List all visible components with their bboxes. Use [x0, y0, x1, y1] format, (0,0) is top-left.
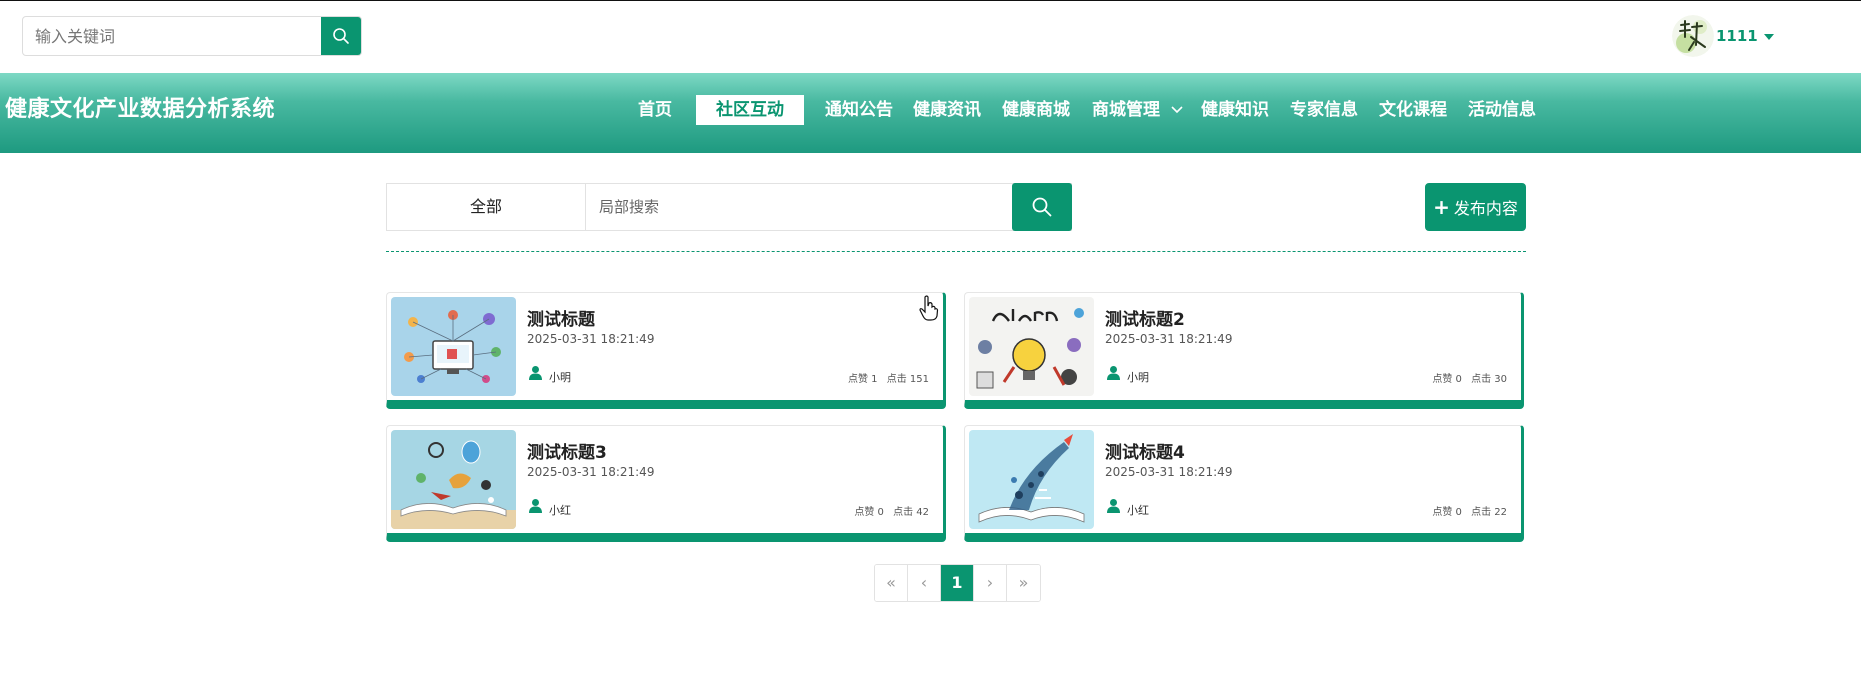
username[interactable]: 1111: [1716, 27, 1758, 45]
caret-down-icon[interactable]: [1764, 34, 1774, 40]
publish-button-label: 发布内容: [1453, 199, 1518, 218]
click-count: 点击 151: [886, 374, 929, 385]
chevron-down-icon: [1171, 106, 1183, 114]
post-stats: 点赞 0 点击 42: [848, 503, 929, 518]
nav-item-notices[interactable]: 通知公告: [825, 95, 893, 125]
next-page-button[interactable]: ›: [974, 565, 1007, 601]
search-icon: [333, 28, 349, 44]
like-count: 点赞 0: [854, 507, 884, 518]
post-title[interactable]: 测试标题2: [1105, 305, 1185, 330]
first-page-button[interactable]: «: [875, 565, 908, 601]
post-author: 小明: [549, 371, 571, 384]
page-number-current[interactable]: 1: [941, 565, 974, 601]
hand-cursor-icon: [919, 295, 939, 321]
click-count: 点击 22: [1471, 507, 1507, 518]
prev-page-button[interactable]: ‹: [908, 565, 941, 601]
nav-item-health-mall[interactable]: 健康商城: [1002, 95, 1070, 125]
user-icon: [1107, 366, 1120, 380]
post-card[interactable]: 测试标题4 2025-03-31 18:21:49 小红 点赞 0 点击 22: [964, 425, 1524, 542]
user-icon: [529, 366, 542, 380]
click-count: 点击 30: [1471, 374, 1507, 385]
post-date: 2025-03-31 18:21:49: [1105, 332, 1233, 346]
post-title[interactable]: 测试标题4: [1105, 438, 1185, 463]
top-bar: 1111: [0, 0, 1861, 73]
local-search-button[interactable]: [1012, 183, 1072, 231]
nav-item-health-news[interactable]: 健康资讯: [913, 95, 981, 125]
post-author: 小红: [1127, 504, 1149, 517]
nav-item-activities[interactable]: 活动信息: [1468, 95, 1536, 125]
global-search-box: [22, 16, 362, 56]
post-stats: 点赞 0 点击 30: [1426, 370, 1507, 385]
post-thumbnail[interactable]: [391, 430, 516, 529]
post-author: 小红: [549, 504, 571, 517]
post-thumbnail[interactable]: [391, 297, 516, 396]
like-count: 点赞 1: [848, 374, 878, 385]
filter-bar: 全部: [386, 183, 1072, 231]
post-date: 2025-03-31 18:21:49: [527, 465, 655, 479]
post-card[interactable]: 测试标题2 2025-03-31 18:21:49 小明 点赞 0 点击 30: [964, 292, 1524, 409]
post-title[interactable]: 测试标题3: [527, 438, 607, 463]
global-search-input[interactable]: [23, 17, 323, 55]
last-page-button[interactable]: »: [1007, 565, 1040, 601]
plus-icon: +: [1433, 195, 1450, 219]
nav-item-experts[interactable]: 专家信息: [1290, 95, 1358, 125]
category-select[interactable]: 全部: [387, 184, 586, 230]
local-search-input[interactable]: [587, 184, 1012, 230]
nav-item-mall-management[interactable]: 商城管理: [1092, 95, 1184, 125]
post-card[interactable]: 测试标题3 2025-03-31 18:21:49 小红 点赞 0 点击 42: [386, 425, 946, 542]
search-icon: [1032, 197, 1052, 217]
post-date: 2025-03-31 18:21:49: [527, 332, 655, 346]
user-icon: [529, 499, 542, 513]
click-count: 点击 42: [893, 507, 929, 518]
nav-item-courses[interactable]: 文化课程: [1379, 95, 1447, 125]
post-thumbnail[interactable]: [969, 430, 1094, 529]
like-count: 点赞 0: [1432, 507, 1462, 518]
site-title: 健康文化产业数据分析系统: [5, 97, 276, 122]
post-card[interactable]: 测试标题 2025-03-31 18:21:49 小明 点赞 1 点击 151: [386, 292, 946, 409]
avatar[interactable]: [1672, 15, 1714, 57]
main-nav-bar: 健康文化产业数据分析系统 首页 社区互动 通知公告 健康资讯 健康商城 商城管理…: [0, 73, 1861, 153]
nav-item-home[interactable]: 首页: [638, 95, 672, 125]
post-author: 小明: [1127, 371, 1149, 384]
post-title[interactable]: 测试标题: [527, 305, 595, 330]
nav-item-community[interactable]: 社区互动: [696, 95, 804, 125]
nav-item-health-knowledge[interactable]: 健康知识: [1201, 95, 1269, 125]
user-icon: [1107, 499, 1120, 513]
like-count: 点赞 0: [1432, 374, 1462, 385]
divider: [386, 251, 1526, 252]
post-thumbnail[interactable]: [969, 297, 1094, 396]
pagination: « ‹ 1 › »: [874, 564, 1041, 602]
publish-button[interactable]: + 发布内容: [1425, 183, 1526, 231]
post-stats: 点赞 0 点击 22: [1426, 503, 1507, 518]
global-search-button[interactable]: [321, 17, 361, 55]
post-date: 2025-03-31 18:21:49: [1105, 465, 1233, 479]
nav-item-mall-management-label: 商城管理: [1092, 100, 1160, 120]
post-stats: 点赞 1 点击 151: [842, 370, 929, 385]
